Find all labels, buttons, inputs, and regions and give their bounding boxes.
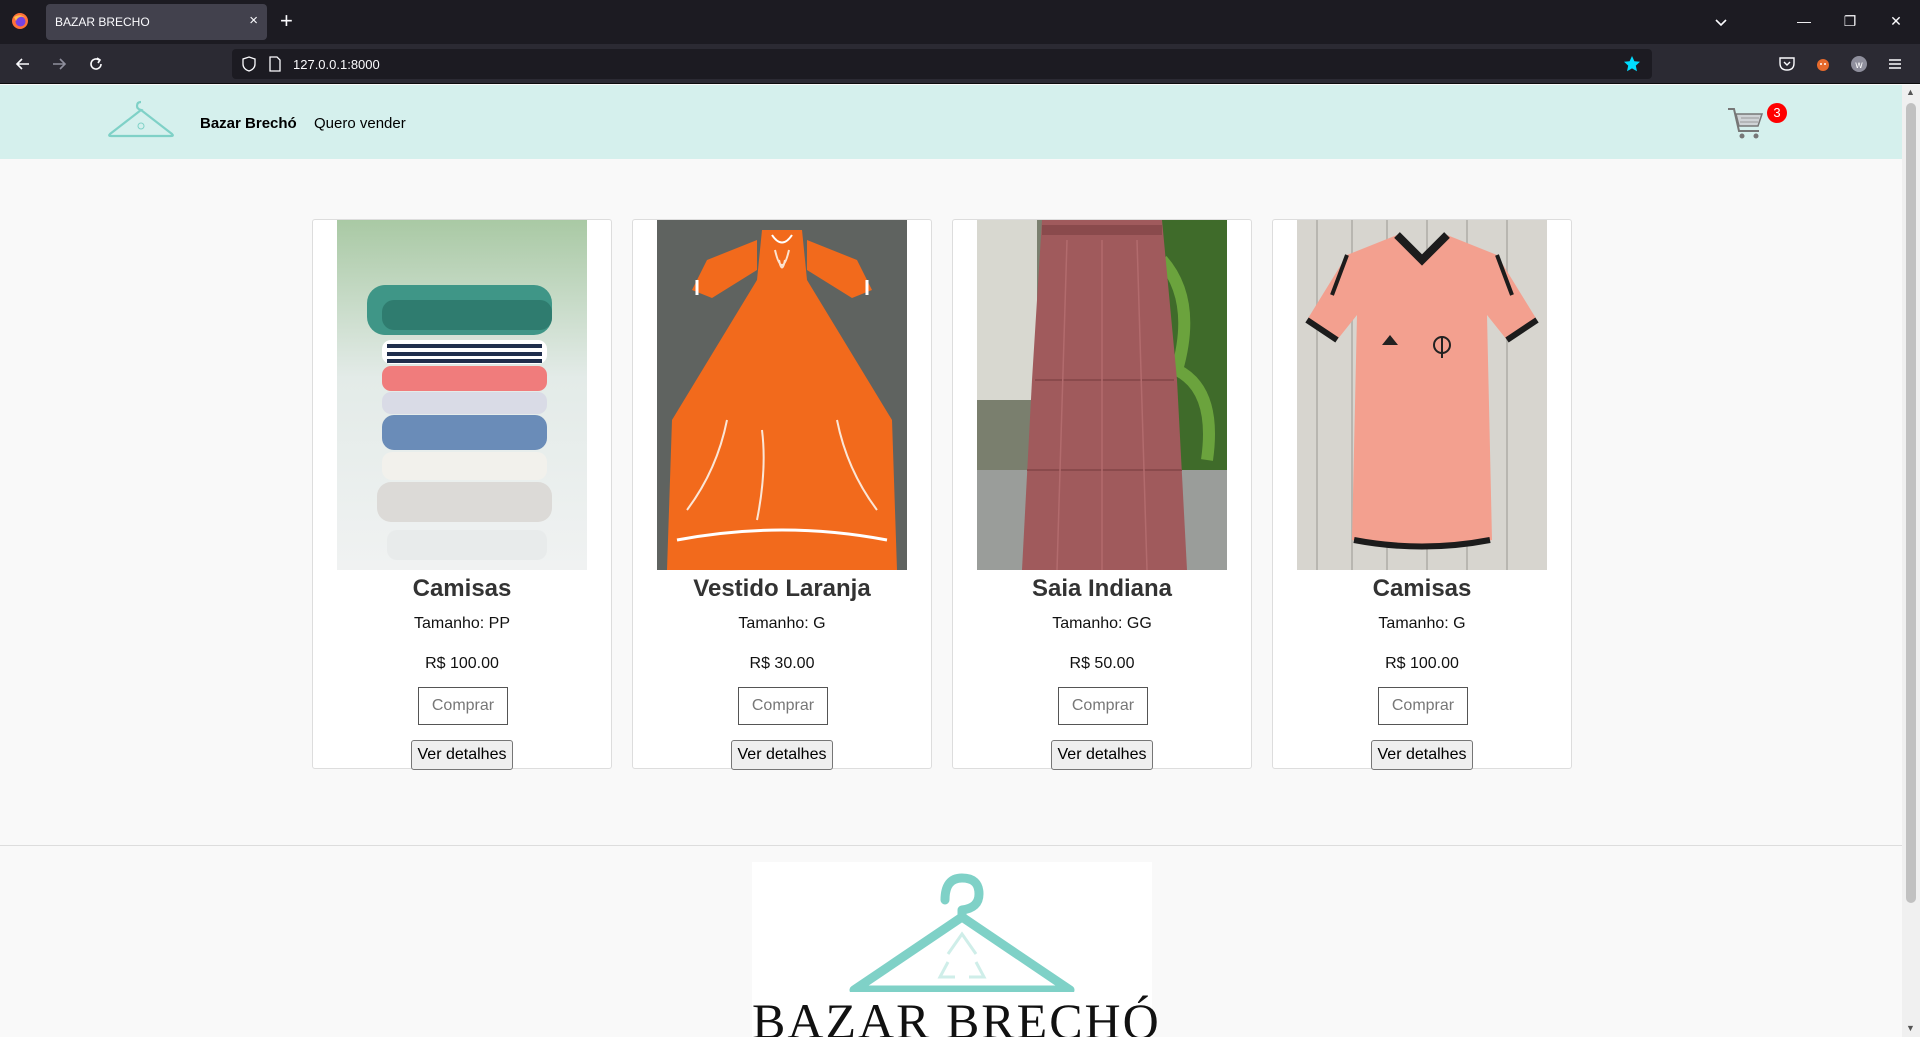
product-size: Tamanho: GG (1052, 615, 1152, 632)
bookmark-star-icon[interactable] (1622, 54, 1642, 74)
site-header: Bazar Brechó Quero vender 3 (0, 85, 1902, 159)
tab-title: BAZAR BRECHO (55, 15, 150, 29)
product-name: Camisas (412, 575, 512, 602)
minimize-button[interactable]: — (1794, 12, 1814, 30)
product-card: Camisas Tamanho: G R$ 100.00 Comprar Ver… (1272, 219, 1572, 770)
page-icon[interactable] (268, 56, 282, 72)
firefox-icon (12, 13, 28, 29)
page-scrollbar[interactable]: ▲ ▼ (1902, 85, 1920, 1037)
buy-button[interactable]: Comprar (418, 687, 508, 725)
product-name: Saia Indiana (1031, 575, 1173, 602)
svg-text:w: w (1854, 60, 1863, 71)
scroll-up-arrow-icon[interactable]: ▲ (1906, 87, 1915, 97)
tab-list-chevron-icon[interactable] (1713, 14, 1729, 30)
product-card: Vestido Laranja Tamanho: G R$ 30.00 Comp… (632, 219, 932, 770)
extension-fox-icon[interactable] (1813, 54, 1833, 74)
product-size: Tamanho: PP (413, 615, 511, 632)
product-image-mauve-skirt (977, 220, 1227, 570)
scroll-thumb[interactable] (1906, 103, 1916, 903)
shield-icon[interactable] (241, 56, 257, 72)
product-price: R$ 100.00 (1385, 655, 1459, 672)
url-bar[interactable]: 127.0.0.1:8000 (232, 49, 1652, 79)
pocket-icon[interactable] (1777, 54, 1797, 74)
browser-tab[interactable]: BAZAR BRECHO × (46, 4, 267, 40)
new-tab-button[interactable]: + (280, 10, 293, 32)
scroll-down-arrow-icon[interactable]: ▼ (1906, 1023, 1915, 1033)
details-button[interactable]: Ver detalhes (731, 740, 833, 770)
brand-link[interactable]: Bazar Brechó (200, 115, 297, 132)
product-size: Tamanho: G (1378, 615, 1466, 632)
details-button[interactable]: Ver detalhes (1371, 740, 1473, 770)
product-price: R$ 50.00 (1069, 655, 1135, 672)
account-avatar-icon[interactable]: w (1849, 54, 1869, 74)
footer-divider (0, 845, 1902, 846)
close-window-button[interactable]: ✕ (1886, 12, 1906, 30)
details-button[interactable]: Ver detalhes (411, 740, 513, 770)
buy-button[interactable]: Comprar (738, 687, 828, 725)
product-image-pink-jersey (1297, 220, 1547, 570)
hanger-recycle-icon (849, 873, 1075, 992)
url-text[interactable]: 127.0.0.1:8000 (293, 57, 380, 72)
restore-button[interactable]: ❐ (1840, 12, 1860, 30)
footer-brand-text: BAZAR BRECHÓ (752, 993, 1161, 1037)
buy-button[interactable]: Comprar (1058, 687, 1148, 725)
menu-hamburger-icon[interactable] (1885, 54, 1905, 74)
product-image-orange-dress (657, 220, 907, 570)
browser-tabbar: BAZAR BRECHO × + — ❐ ✕ (0, 0, 1920, 44)
product-card: Camisas Tamanho: PP R$ 100.00 Comprar Ve… (312, 219, 612, 770)
reload-icon[interactable] (87, 55, 105, 73)
tab-close-icon[interactable]: × (249, 13, 258, 29)
buy-button[interactable]: Comprar (1378, 687, 1468, 725)
product-card: Saia Indiana Tamanho: GG R$ 50.00 Compra… (952, 219, 1252, 770)
product-size: Tamanho: G (738, 615, 826, 632)
product-price: R$ 100.00 (425, 655, 499, 672)
details-button[interactable]: Ver detalhes (1051, 740, 1153, 770)
footer-logo: BAZAR BRECHÓ (752, 862, 1161, 1037)
browser-navbar: 127.0.0.1:8000 w (0, 44, 1920, 84)
product-name: Vestido Laranja (693, 575, 871, 602)
sell-link[interactable]: Quero vender (314, 115, 406, 132)
product-name: Camisas (1372, 575, 1472, 602)
shopping-cart-icon[interactable] (1726, 105, 1766, 141)
product-image-folded-clothes (337, 220, 587, 570)
cart-count-badge: 3 (1767, 103, 1787, 123)
product-price: R$ 30.00 (749, 655, 815, 672)
back-arrow-icon[interactable] (14, 55, 32, 73)
product-grid: Camisas Tamanho: PP R$ 100.00 Comprar Ve… (312, 219, 1574, 770)
forward-arrow-icon[interactable] (50, 55, 68, 73)
hanger-logo-icon[interactable] (107, 98, 175, 140)
page-viewport: Bazar Brechó Quero vender 3 Camisas Tama… (0, 85, 1902, 1037)
